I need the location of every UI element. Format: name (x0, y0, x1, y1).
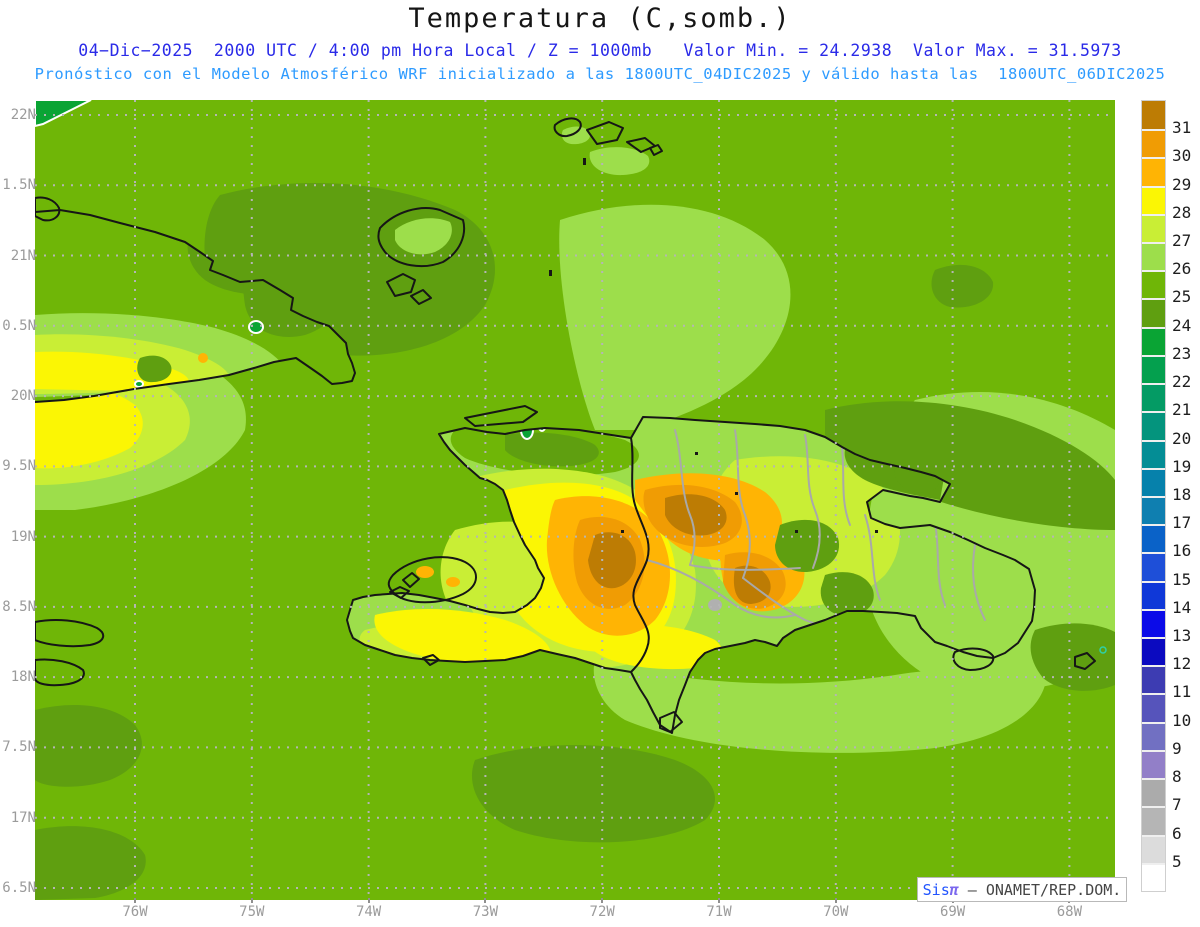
lon-tick-mark (367, 898, 370, 903)
lat-tick-label: 21N (10, 247, 36, 264)
colorbar-segment (1142, 101, 1165, 130)
colorbar-segment (1142, 495, 1165, 525)
colorbar-segment (1142, 326, 1165, 355)
lat-tick-label: 18N (10, 669, 36, 686)
colorbar-segment (1142, 608, 1165, 638)
page-title: Temperatura (C,somb.) (408, 3, 792, 34)
colorbar-tick-label: 18 (1172, 484, 1192, 504)
colorbar-segment (1142, 270, 1165, 299)
lat-tick-label: 1.5N (2, 177, 36, 194)
colorbar-tick-label: 25 (1172, 287, 1192, 307)
pi-symbol: π (949, 880, 959, 899)
lon-tick-mark (250, 898, 253, 903)
colorbar-tick-label: 5 (1172, 851, 1182, 871)
lon-tick-mark (484, 898, 487, 903)
colorbar-tick-label: 31 (1172, 118, 1192, 138)
lon-tick-mark (834, 898, 837, 903)
colorbar-segment (1142, 778, 1165, 807)
colorbar-tick-label: 19 (1172, 456, 1192, 476)
colorbar-tick-label: 26 (1172, 259, 1192, 279)
lat-tick-label: 8.5N (2, 598, 36, 615)
lon-tick-mark (601, 898, 604, 903)
colorbar (1141, 100, 1166, 892)
attribution-box: Sis π – ONAMET/REP.DOM. (917, 877, 1127, 902)
colorbar-segment (1142, 383, 1165, 412)
lat-tick-label: 7.5N (2, 739, 36, 756)
subtitle-validtime: 04−Dic−2025 2000 UTC / 4:00 pm Hora Loca… (78, 41, 1122, 60)
lon-tick-label: 73W (472, 904, 499, 920)
temperature-map (34, 99, 1115, 900)
colorbar-tick-label: 12 (1172, 654, 1192, 674)
colorbar-tick-label: 23 (1172, 343, 1192, 363)
lat-tick-label: 17N (10, 809, 36, 826)
weather-chart-page: Temperatura (C,somb.) 04−Dic−2025 2000 U… (0, 0, 1200, 927)
colorbar-tick-label: 15 (1172, 569, 1192, 589)
colorbar-segment (1142, 693, 1165, 722)
colorbar-segment (1142, 806, 1165, 835)
colorbar-tick-label: 27 (1172, 231, 1192, 251)
lat-tick-label: 6.5N (2, 879, 36, 896)
colorbar-segment (1142, 637, 1165, 666)
colorbar-segment (1142, 524, 1165, 553)
lat-tick-label: 19N (10, 528, 36, 545)
colorbar-tick-label: 29 (1172, 174, 1192, 194)
colorbar-segment (1142, 467, 1165, 496)
lon-tick-label: 76W (122, 904, 148, 920)
colorbar-segment (1142, 298, 1165, 327)
colorbar-segment (1142, 721, 1165, 750)
colorbar-tick-label: 22 (1172, 372, 1192, 392)
sispi-brand: Sis (922, 880, 950, 899)
subtitle-model: Pronóstico con el Modelo Atmosférico WRF… (34, 65, 1166, 83)
colorbar-segment (1142, 665, 1165, 694)
colorbar-tick-label: 28 (1172, 202, 1192, 222)
colorbar-segment (1142, 242, 1165, 271)
colorbar-segment (1142, 354, 1165, 384)
lat-tick-label: 20N (10, 388, 36, 405)
lon-tick-label: 75W (239, 904, 265, 920)
lon-tick-label: 68W (1056, 904, 1083, 920)
lon-tick-label: 72W (589, 904, 615, 920)
lon-tick-mark (134, 898, 136, 903)
colorbar-segment (1142, 213, 1165, 243)
colorbar-segment (1142, 749, 1165, 779)
colorbar-tick-label: 11 (1172, 682, 1192, 702)
colorbar-tick-label: 21 (1172, 400, 1192, 420)
colorbar-segment (1142, 185, 1165, 214)
colorbar-tick-label: 24 (1172, 315, 1192, 335)
colorbar-segment (1142, 129, 1165, 158)
colorbar-segment (1142, 862, 1165, 891)
colorbar-segment (1142, 552, 1165, 581)
colorbar-tick-label: 9 (1172, 738, 1182, 758)
lon-tick-mark (718, 898, 720, 903)
colorbar-tick-label: 14 (1172, 597, 1192, 617)
colorbar-tick-label: 7 (1172, 795, 1182, 815)
colorbar-tick-label: 8 (1172, 767, 1182, 787)
colorbar-tick-label: 6 (1172, 823, 1182, 843)
colorbar-segment (1142, 157, 1165, 186)
colorbar-segment (1142, 834, 1165, 863)
lon-tick-label: 74W (355, 904, 382, 920)
colorbar-segment (1142, 580, 1165, 609)
lat-tick-label: 0.5N (2, 317, 36, 334)
lon-tick-label: 69W (939, 904, 966, 920)
lon-tick-label: 70W (823, 904, 849, 920)
colorbar-tick-label: 17 (1172, 513, 1192, 533)
colorbar-segment (1142, 411, 1165, 440)
map-canvas (34, 99, 1115, 900)
lon-tick-label: 71W (706, 904, 732, 920)
colorbar-tick-label: 13 (1172, 626, 1192, 646)
lat-tick-label: 22N (10, 107, 36, 123)
colorbar-tick-label: 20 (1172, 428, 1192, 448)
lat-tick-label: 9.5N (2, 458, 36, 475)
colorbar-segment (1142, 439, 1165, 468)
colorbar-tick-label: 30 (1172, 146, 1192, 166)
colorbar-tick-label: 16 (1172, 541, 1192, 561)
attribution-text: – ONAMET/REP.DOM. (958, 880, 1122, 899)
colorbar-tick-label: 10 (1172, 710, 1192, 730)
